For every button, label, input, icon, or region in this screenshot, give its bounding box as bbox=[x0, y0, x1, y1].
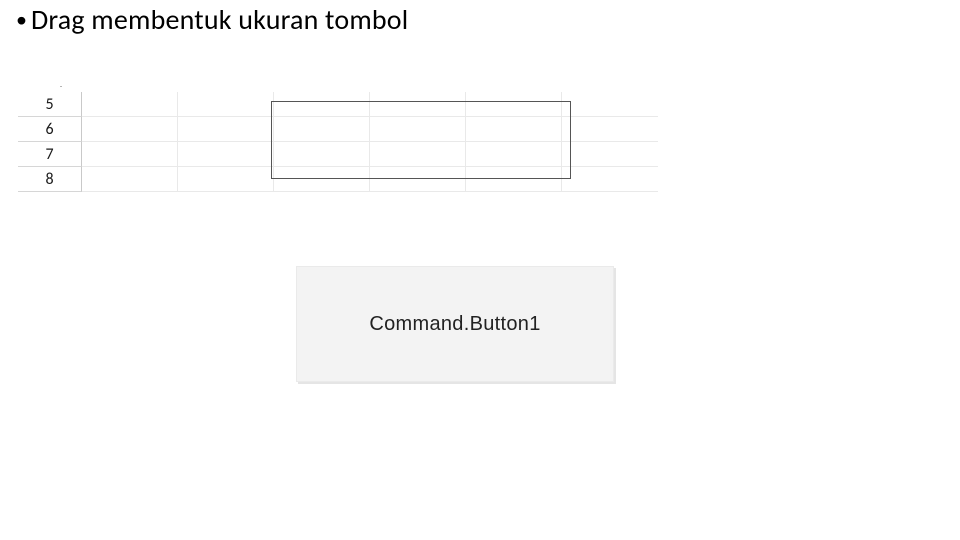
grid-cell bbox=[82, 92, 178, 117]
grid-cell bbox=[562, 167, 658, 192]
grid-cell bbox=[82, 142, 178, 167]
bullet-text: Drag membentuk ukuran tombol bbox=[31, 2, 408, 37]
grid-cell bbox=[178, 117, 274, 142]
spreadsheet-grid: . 5 6 7 8 bbox=[18, 78, 658, 210]
bullet-line: • Drag membentuk ukuran tombol bbox=[16, 2, 408, 37]
command-button[interactable]: Command.Button1 bbox=[296, 266, 614, 382]
grid-cell bbox=[178, 167, 274, 192]
small-mark: . bbox=[60, 80, 62, 90]
slide: • Drag membentuk ukuran tombol . 5 6 7 8 bbox=[0, 0, 960, 540]
grid-cell bbox=[562, 92, 658, 117]
drag-rectangle[interactable] bbox=[271, 101, 571, 179]
row-header: 6 bbox=[18, 117, 82, 142]
row-header-column: 5 6 7 8 bbox=[18, 92, 82, 192]
grid-cell bbox=[178, 92, 274, 117]
grid-cell bbox=[178, 142, 274, 167]
row-header: 8 bbox=[18, 167, 82, 192]
grid-cell bbox=[82, 167, 178, 192]
bullet-marker: • bbox=[16, 9, 27, 31]
grid-cell bbox=[562, 142, 658, 167]
row-header: 5 bbox=[18, 92, 82, 117]
grid-cell bbox=[562, 117, 658, 142]
grid-cell bbox=[82, 117, 178, 142]
row-header: 7 bbox=[18, 142, 82, 167]
command-button-label: Command.Button1 bbox=[369, 313, 540, 336]
